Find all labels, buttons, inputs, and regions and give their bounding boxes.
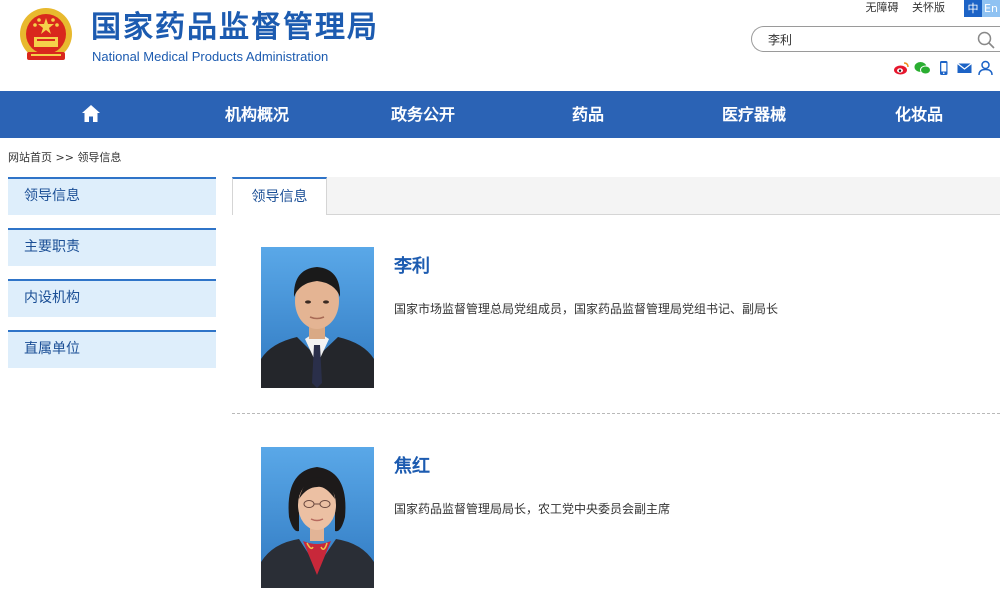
wechat-icon[interactable] <box>914 60 931 76</box>
leader-card: 焦红 国家药品监督管理局局长，农工党中央委员会副主席 <box>232 447 1000 597</box>
leader-photo[interactable] <box>261 447 374 588</box>
lang-en-button[interactable]: En <box>982 0 1000 17</box>
leader-name[interactable]: 李利 <box>394 255 430 279</box>
leader-name[interactable]: 焦红 <box>394 455 430 479</box>
nav-item-gov-affairs[interactable]: 政务公开 <box>378 91 468 138</box>
divider <box>232 413 1000 414</box>
tab-leaders[interactable]: 领导信息 <box>232 177 327 215</box>
sidebar-item-responsibilities[interactable]: 主要职责 <box>8 228 216 266</box>
nav-item-drugs[interactable]: 药品 <box>543 91 633 138</box>
leader-description: 国家药品监督管理局局长，农工党中央委员会副主席 <box>394 502 671 516</box>
nav-item-cosmetics[interactable]: 化妆品 <box>874 91 964 138</box>
main-nav: 机构概况 政务公开 药品 医疗器械 化妆品 <box>0 91 1000 138</box>
sidebar-item-affiliated-units[interactable]: 直属单位 <box>8 330 216 368</box>
content-tab-bar: 领导信息 <box>232 177 1000 215</box>
care-version-link[interactable]: 关怀版 <box>912 1 945 14</box>
sidebar-item-departments[interactable]: 内设机构 <box>8 279 216 317</box>
weibo-icon[interactable] <box>893 60 910 76</box>
site-title-en[interactable]: National Medical Products Administration <box>92 48 328 66</box>
breadcrumb-home-link[interactable]: 网站首页 <box>8 151 52 164</box>
top-links: 无障碍 关怀版 <box>856 1 946 15</box>
user-icon[interactable] <box>977 60 994 76</box>
search-box <box>751 26 1000 52</box>
home-icon[interactable] <box>80 103 102 125</box>
leader-description: 国家市场监督管理总局党组成员，国家药品监督管理局党组书记、副局长 <box>394 302 779 316</box>
search-icon[interactable] <box>976 30 996 50</box>
nav-item-about[interactable]: 机构概况 <box>212 91 302 138</box>
nav-item-medical-devices[interactable]: 医疗器械 <box>709 91 799 138</box>
leader-card: 李利 国家市场监督管理总局党组成员，国家药品监督管理局党组书记、副局长 <box>232 247 1000 397</box>
sidebar-item-leaders[interactable]: 领导信息 <box>8 177 216 215</box>
sidebar: 领导信息 主要职责 内设机构 直属单位 <box>8 177 216 381</box>
accessibility-link[interactable]: 无障碍 <box>866 1 899 14</box>
site-header: 国家药品监督管理局 National Medical Products Admi… <box>0 0 1000 91</box>
language-switch: 中 En <box>964 0 1000 17</box>
breadcrumb: 网站首页 >> 领导信息 <box>8 151 121 165</box>
mail-icon[interactable] <box>956 60 973 76</box>
search-input[interactable] <box>768 30 968 48</box>
lang-zh-button[interactable]: 中 <box>964 0 982 17</box>
social-links <box>893 60 994 76</box>
mobile-icon[interactable] <box>935 60 952 76</box>
breadcrumb-separator: >> <box>55 151 74 164</box>
leader-photo[interactable] <box>261 247 374 388</box>
breadcrumb-current: 领导信息 <box>77 151 122 164</box>
site-title-cn[interactable]: 国家药品监督管理局 <box>91 8 379 48</box>
national-emblem-icon[interactable] <box>17 6 75 66</box>
